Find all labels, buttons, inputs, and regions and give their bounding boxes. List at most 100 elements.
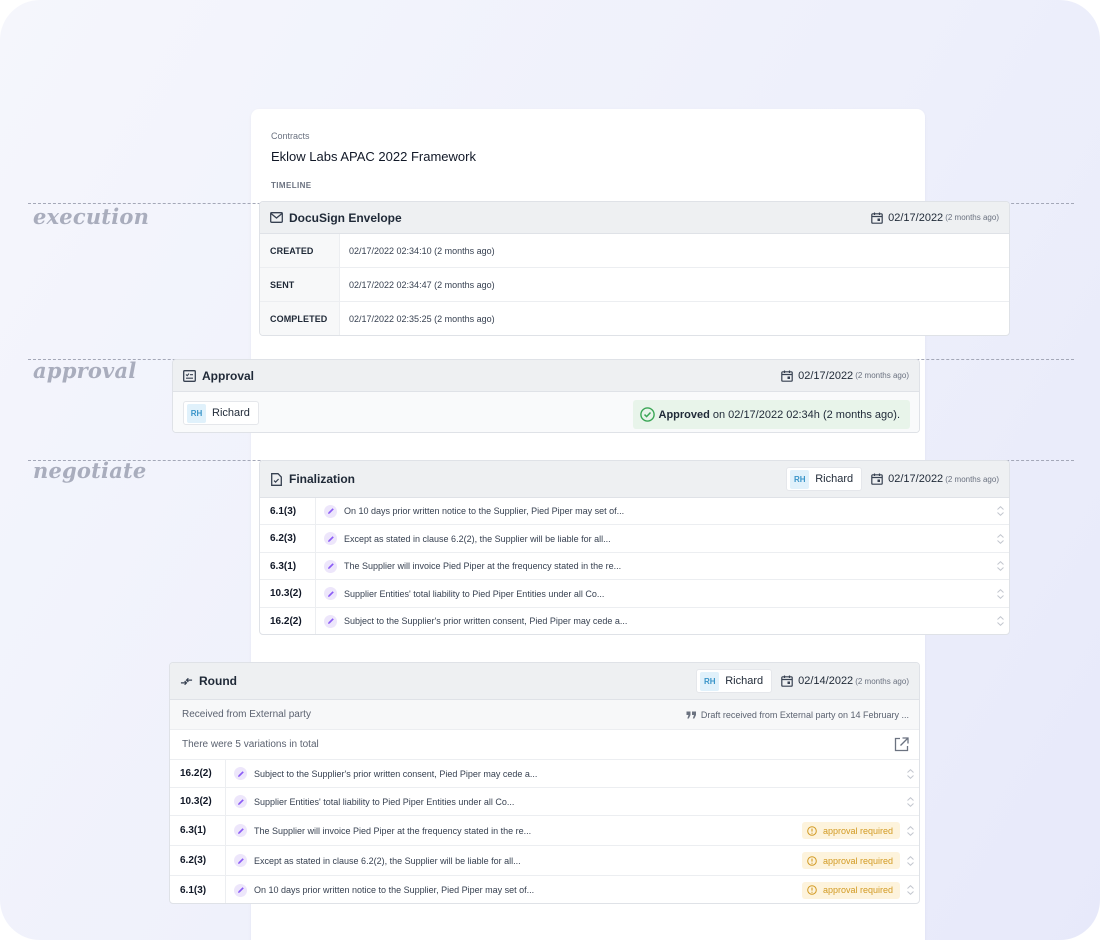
finalization-card-header[interactable]: Finalization RH Richard 02/17/2022 (2 mo… <box>260 461 1009 498</box>
clause-row[interactable]: 10.3(2) Supplier Entities' total liabilit… <box>260 580 1009 608</box>
clause-text: Supplier Entities' total liability to Pi… <box>344 588 605 599</box>
clause-row[interactable]: 6.3(1) The Supplier will invoice Pied Pip… <box>260 553 1009 580</box>
clause-id: 10.3(2) <box>170 788 226 815</box>
timeline-label: TIMELINE <box>271 181 312 190</box>
calendar-icon <box>871 212 883 224</box>
round-date-value: 02/14/2022 <box>798 675 854 687</box>
calendar-icon <box>781 370 793 382</box>
quote-icon <box>686 711 697 719</box>
page-title: Eklow Labs APAC 2022 Framework <box>271 149 476 164</box>
approval-user-chip[interactable]: RH Richard <box>183 401 259 425</box>
warning-circle-icon <box>807 855 817 866</box>
pencil-icon <box>234 854 247 867</box>
round-title: Round <box>199 674 237 688</box>
approval-required-badge: approval required <box>801 881 900 899</box>
docusign-date-value: 02/17/2022 <box>888 211 944 224</box>
calendar-icon <box>871 473 883 485</box>
clause-id: 16.2(2) <box>170 760 226 787</box>
clause-text: The Supplier will invoice Pied Piper at … <box>344 561 622 571</box>
docusign-row-completed: COMPLETED 02/17/2022 02:35:25 (2 months … <box>260 302 1009 335</box>
pencil-icon <box>324 504 337 518</box>
badge-label: approval required <box>822 855 893 866</box>
external-link-icon[interactable] <box>894 737 909 752</box>
finalization-date: 02/17/2022 (2 months ago) <box>871 473 999 485</box>
reorder-handle-icon[interactable] <box>995 506 1005 516</box>
approval-date: 02/17/2022 (2 months ago) <box>781 370 909 382</box>
approval-card: Approval 02/17/2022 (2 months ago) RH Ri… <box>172 359 920 433</box>
clause-id: 6.3(1) <box>170 816 226 845</box>
round-card: Round RH Richard 02/14/2022 (2 months ag… <box>169 662 920 904</box>
approval-title: Approval <box>202 368 255 383</box>
reorder-handle-icon[interactable] <box>995 561 1005 571</box>
clause-row[interactable]: 6.2(3) Except as stated in clause 6.2(2),… <box>170 846 919 876</box>
docusign-row-value: 02/17/2022 02:35:25 (2 months ago) <box>349 314 495 324</box>
approval-status-badge: Approved on 02/17/2022 02:34h (2 months … <box>632 400 910 429</box>
document-check-icon <box>270 472 283 486</box>
clause-id: 6.1(3) <box>170 876 226 903</box>
clause-row[interactable]: 16.2(2) Subject to the Supplier's prior w… <box>170 760 919 788</box>
approval-status-label: Approved <box>658 408 710 421</box>
reorder-handle-icon[interactable] <box>995 533 1005 544</box>
round-user-chip[interactable]: RH Richard <box>696 669 773 693</box>
docusign-title: DocuSign Envelope <box>289 210 402 225</box>
reorder-handle-icon[interactable] <box>905 885 915 895</box>
background-frame: Contracts Eklow Labs APAC 2022 Framework… <box>0 0 1100 940</box>
finalization-user-name: Richard <box>815 473 854 485</box>
finalization-clause-list: 6.1(3) On 10 days prior written notice to… <box>260 498 1009 634</box>
pencil-icon <box>324 614 337 628</box>
clause-id: 6.2(3) <box>170 846 226 875</box>
approval-checklist-icon <box>183 369 196 382</box>
approval-body: RH Richard Approved on 02/17/2022 02:34h… <box>173 392 919 432</box>
pencil-icon <box>324 559 337 573</box>
docusign-row-key: COMPLETED <box>260 302 340 335</box>
clause-text: On 10 days prior written notice to the S… <box>254 885 535 895</box>
stage-label-approval: approval <box>33 358 137 383</box>
reorder-handle-icon[interactable] <box>995 588 1005 599</box>
badge-label: approval required <box>822 885 893 895</box>
clause-row[interactable]: 10.3(2) Supplier Entities' total liabilit… <box>170 788 919 816</box>
reorder-handle-icon[interactable] <box>905 855 915 866</box>
clause-row[interactable]: 6.3(1) The Supplier will invoice Pied Pip… <box>170 816 919 846</box>
breadcrumb[interactable]: Contracts <box>271 131 310 141</box>
pencil-icon <box>234 824 247 837</box>
clause-text: Subject to the Supplier's prior written … <box>254 768 538 779</box>
docusign-date: 02/17/2022 (2 months ago) <box>871 212 999 224</box>
avatar: RH <box>790 469 810 489</box>
round-variations-note: There were 5 variations in total <box>182 739 319 750</box>
clause-id: 6.2(3) <box>260 525 316 552</box>
clause-row[interactable]: 6.1(3) On 10 days prior written notice to… <box>260 498 1009 525</box>
clause-row[interactable]: 16.2(2) Subject to the Supplier's prior w… <box>260 608 1009 634</box>
finalization-card: Finalization RH Richard 02/17/2022 (2 mo… <box>259 460 1010 635</box>
round-variations-row: There were 5 variations in total <box>170 730 919 760</box>
reorder-handle-icon[interactable] <box>905 825 915 836</box>
approval-date-ago: (2 months ago) <box>855 371 909 380</box>
round-date: 02/14/2022 (2 months ago) <box>781 675 909 687</box>
check-circle-icon <box>639 407 655 422</box>
finalization-date-value: 02/17/2022 <box>888 473 944 485</box>
clause-text: Subject to the Supplier's prior written … <box>344 616 628 626</box>
round-draft-note-text: Draft received from External party on 14… <box>700 709 909 720</box>
docusign-date-ago: (2 months ago) <box>945 213 999 222</box>
finalization-user-chip[interactable]: RH Richard <box>786 467 863 491</box>
round-received-from: Received from External party <box>182 709 311 720</box>
reorder-handle-icon[interactable] <box>905 796 915 807</box>
docusign-card: DocuSign Envelope 02/17/2022 (2 months a… <box>259 201 1010 336</box>
swap-arrows-icon <box>180 675 193 688</box>
approval-card-header[interactable]: Approval 02/17/2022 (2 months ago) <box>173 360 919 392</box>
round-user-name: Richard <box>725 675 764 687</box>
clause-id: 16.2(2) <box>260 608 316 634</box>
approval-user-name: Richard <box>212 407 250 419</box>
docusign-row-created: CREATED 02/17/2022 02:34:10 (2 months ag… <box>260 234 1009 268</box>
reorder-handle-icon[interactable] <box>995 616 1005 626</box>
round-date-ago: (2 months ago) <box>855 676 909 686</box>
clause-id: 10.3(2) <box>260 580 316 607</box>
reorder-handle-icon[interactable] <box>905 768 915 779</box>
clause-row[interactable]: 6.2(3) Except as stated in clause 6.2(2),… <box>260 525 1009 553</box>
avatar: RH <box>187 403 206 423</box>
round-draft-note[interactable]: Draft received from External party on 14… <box>686 710 909 720</box>
clause-row[interactable]: 6.1(3) On 10 days prior written notice to… <box>170 876 919 903</box>
docusign-row-key: CREATED <box>260 234 340 267</box>
pencil-icon <box>324 587 337 600</box>
docusign-card-header[interactable]: DocuSign Envelope 02/17/2022 (2 months a… <box>260 202 1009 234</box>
round-card-header[interactable]: Round RH Richard 02/14/2022 (2 months ag… <box>170 663 919 700</box>
